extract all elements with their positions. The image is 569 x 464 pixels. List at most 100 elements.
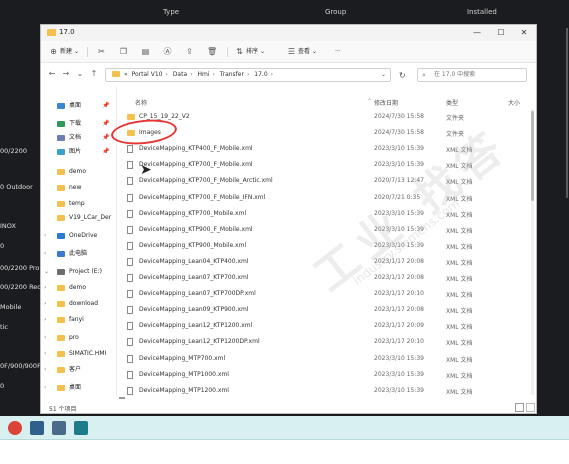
delete-button[interactable]: 🗑 [207,46,218,58]
bg-list-item[interactable]: 00/2200 Redu [0,283,46,291]
bg-list-item[interactable]: 0 [0,382,4,390]
chevron-right-icon[interactable]: › [44,313,46,327]
bg-scrollbar[interactable] [566,28,568,198]
share-button[interactable]: ⇪ [185,46,196,58]
file-date: 2023/1/17 20:10 [374,338,424,346]
chevron-right-icon[interactable]: › [44,297,46,311]
bg-list-item[interactable]: Mobile [0,303,21,311]
breadcrumb-current[interactable]: 17.0 [254,71,267,78]
nav-item[interactable]: › SIMATIC.HMI [41,347,117,361]
new-button[interactable]: ⊕ 新建 ⌄ [49,46,79,58]
breadcrumb-overflow[interactable]: « [124,71,128,78]
tiles-view-icon[interactable] [526,403,535,412]
nav-item[interactable]: new [41,181,117,195]
cut-button[interactable]: ✂ [97,46,108,58]
bg-list-item[interactable]: 0F/900/900F [0,362,41,370]
mouse-cursor-icon: ➤ [140,162,152,178]
column-date[interactable]: 修改日期 [374,98,398,107]
tia-portal-icon[interactable] [30,421,44,435]
app-icon[interactable] [74,421,88,435]
tool-icon[interactable] [52,421,66,435]
back-button[interactable]: ← [47,69,57,79]
file-row[interactable]: DeviceMapping_Lean12_KTP1200DP.xml 2023/1… [119,334,527,350]
nav-item[interactable]: › 桌面 [41,381,117,395]
nav-item[interactable]: 桌面 📌 [41,99,117,113]
bg-list-item[interactable]: tic [0,323,8,331]
nav-item[interactable]: ⌄ Project (E:) [41,265,117,279]
title-bar[interactable]: 17.0 — ☐ ✕ [41,25,536,41]
chevron-right-icon[interactable]: › [44,363,46,377]
view-button[interactable]: ☰ 查看 ⌄ [287,46,317,58]
recent-locations-button[interactable]: ⌄ [75,69,85,79]
column-size[interactable]: 大小 [508,98,520,107]
nav-item[interactable]: 图片 📌 [41,145,117,159]
bg-list-item[interactable]: 00/2200 Pro [0,264,39,272]
chevron-right-icon[interactable]: › [44,381,46,395]
address-dropdown-icon[interactable]: ⌄ [381,69,386,81]
breadcrumb-transfer[interactable]: Transfer [220,71,244,78]
nav-item[interactable]: › download [41,297,117,311]
breadcrumb-separator-icon: › [212,71,215,78]
nav-item[interactable]: › fanyi [41,313,117,327]
chevron-right-icon[interactable]: › [44,247,46,261]
nav-scrollbar[interactable] [119,397,125,399]
refresh-button[interactable]: ↻ [399,71,406,80]
nav-item[interactable]: 下载 📌 [41,117,117,131]
column-name[interactable]: 名称 [135,98,147,107]
forward-button[interactable]: → [61,69,71,79]
chevron-right-icon[interactable]: › [44,347,46,361]
chevron-down-icon[interactable]: ⌄ [44,265,49,279]
file-list-scrollbar[interactable] [531,109,534,395]
search-input[interactable]: ⌕ 在 17.0 中搜索 [417,68,527,82]
breadcrumb-portal[interactable]: Portal V10 [132,71,163,78]
file-name: DeviceMapping_Lean09_KTP900.xml [139,306,249,314]
file-row[interactable]: DeviceMapping_Lean12_KTP1200.xml 2023/1/1… [119,318,527,334]
folder-icon [57,385,65,391]
more-button[interactable]: ··· [335,46,341,58]
chevron-right-icon[interactable]: › [44,281,46,295]
file-row[interactable]: DeviceMapping_Lean07_KTP700DP.xml 2023/1/… [119,286,527,302]
chrome-icon[interactable] [8,421,22,435]
up-button[interactable]: ↑ [89,69,99,79]
bg-list-item[interactable]: INOX [0,222,16,230]
nav-item[interactable]: › demo [41,281,117,295]
maximize-button[interactable]: ☐ [490,26,512,39]
file-row[interactable]: DeviceMapping_MTP700.xml 2023/3/10 15:39 X… [119,351,527,367]
nav-item[interactable]: › pro [41,331,117,345]
folder-icon [112,71,120,77]
xml-file-icon [127,322,133,331]
bg-list-item[interactable]: 0 Outdoor [0,183,33,191]
chevron-right-icon[interactable]: › [44,229,46,243]
close-button[interactable]: ✕ [513,26,535,39]
xml-file-icon [127,145,133,154]
details-view-icon[interactable] [515,403,524,412]
nav-item[interactable]: temp [41,197,117,211]
file-row[interactable]: DeviceMapping_KTP700_Mobile.xml 2023/3/10… [119,206,527,222]
bg-list-item[interactable]: 00/2200 [0,147,27,155]
column-type[interactable]: 类型 [446,98,458,107]
copy-button[interactable]: ❐ [119,46,130,58]
nav-item[interactable]: demo [41,165,117,179]
nav-item[interactable]: 文档 📌 [41,131,117,145]
bg-list-item[interactable]: 0 [0,242,4,250]
nav-item[interactable]: V19_LCar_Der [41,211,117,225]
rename-button[interactable]: Ⓐ [163,46,174,58]
nav-item[interactable]: › 此电脑 [41,247,117,261]
nav-item[interactable]: › 客户 [41,363,117,377]
breadcrumb-data[interactable]: Data [173,71,187,78]
file-row[interactable]: DeviceMapping_MTP1000.xml 2023/3/10 15:39… [119,367,527,383]
command-bar: ⊕ 新建 ⌄ ✂ ❐ ▤ Ⓐ ⇪ 🗑 ⇅ 排序 ⌄ ☰ 查看 ⌄ ··· [41,41,536,63]
chevron-right-icon[interactable]: › [44,331,46,345]
minimize-button[interactable]: — [466,26,488,39]
address-bar[interactable]: « Portal V10 › Data › Hmi › Transfer › 17.0 ›… [105,68,391,82]
file-row[interactable]: DeviceMapping_Lean09_KTP900.xml 2023/1/17… [119,302,527,318]
folder-icon [47,29,56,36]
paste-button[interactable]: ▤ [141,46,152,58]
sort-button[interactable]: ⇅ 排序 ⌄ [235,46,265,58]
breadcrumb-hmi[interactable]: Hmi [197,71,209,78]
nav-item-label: pro [69,334,79,341]
file-name: DeviceMapping_KTP400_F_Mobile.xml [139,145,253,153]
nav-item[interactable]: › OneDrive [41,229,117,243]
scrollbar-thumb[interactable] [531,111,534,201]
file-row[interactable]: DeviceMapping_MTP1200.xml 2023/3/10 15:39… [119,383,527,399]
